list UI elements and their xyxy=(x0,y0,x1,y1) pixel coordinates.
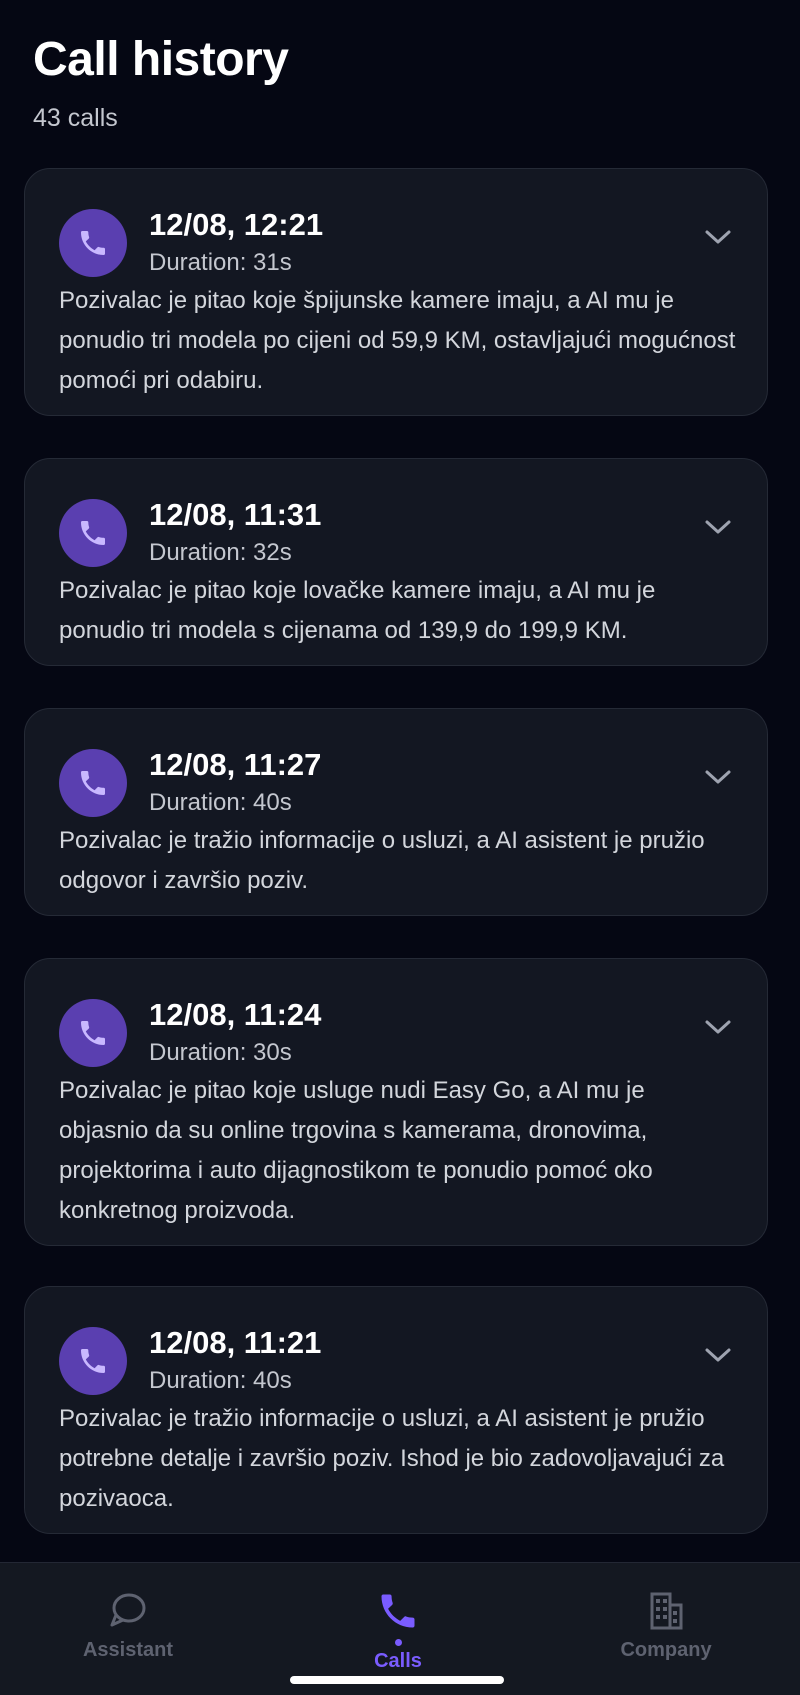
nav-item-calls[interactable]: Calls xyxy=(298,1589,498,1673)
chevron-down-icon[interactable] xyxy=(703,1345,733,1365)
call-avatar xyxy=(59,209,127,277)
call-summary: Pozivalac je pitao koje špijunske kamere… xyxy=(59,287,736,394)
call-time: 12/08, 11:21 xyxy=(149,1325,322,1360)
chevron-down-icon[interactable] xyxy=(703,1017,733,1037)
call-time: 12/08, 12:21 xyxy=(149,207,324,242)
chevron-down-icon[interactable] xyxy=(703,517,733,537)
nav-label-assistant: Assistant xyxy=(82,1639,174,1661)
call-summary: Pozivalac je tražio informacije o usluzi… xyxy=(59,1405,725,1512)
phone-icon xyxy=(81,771,105,795)
call-avatar xyxy=(59,1327,127,1395)
call-duration: Duration: 30s xyxy=(149,1039,292,1066)
call-summary: Pozivalac je pitao koje usluge nudi Easy… xyxy=(59,1077,653,1224)
phone-icon xyxy=(81,1021,105,1045)
nav-item-company[interactable]: Company xyxy=(566,1589,766,1662)
chat-bubble-icon xyxy=(110,1593,146,1627)
phone-icon xyxy=(381,1594,415,1628)
call-time: 12/08, 11:31 xyxy=(149,497,322,532)
active-indicator-dot xyxy=(394,1639,402,1646)
chevron-down-icon[interactable] xyxy=(703,227,733,247)
nav-label-company: Company xyxy=(620,1639,712,1661)
page-header: Call history 43 calls xyxy=(33,30,289,133)
call-summary: Pozivalac je pitao koje lovačke kamere i… xyxy=(59,577,656,644)
call-card[interactable]: 12/08, 12:21 Duration: 31s Pozivalac je … xyxy=(24,168,768,416)
call-time: 12/08, 11:24 xyxy=(149,997,322,1032)
call-summary: Pozivalac je tražio informacije o usluzi… xyxy=(59,827,705,894)
call-card[interactable]: 12/08, 11:27 Duration: 40s Pozivalac je … xyxy=(24,708,768,916)
call-duration: Duration: 40s xyxy=(149,1367,292,1394)
call-card[interactable]: 12/08, 11:31 Duration: 32s Pozivalac je … xyxy=(24,458,768,666)
call-avatar xyxy=(59,499,127,567)
call-card[interactable]: 12/08, 11:24 Duration: 30s Pozivalac je … xyxy=(24,958,768,1246)
nav-label-calls: Calls xyxy=(374,1650,422,1672)
call-card[interactable]: 12/08, 11:21 Duration: 40s Pozivalac je … xyxy=(24,1286,768,1534)
call-avatar xyxy=(59,749,127,817)
chevron-down-icon[interactable] xyxy=(703,767,733,787)
page-title: Call history xyxy=(33,33,289,86)
call-duration: Duration: 32s xyxy=(149,539,292,566)
call-time: 12/08, 11:27 xyxy=(149,747,322,782)
building-icon xyxy=(650,1592,683,1630)
phone-icon xyxy=(81,1349,105,1373)
call-duration: Duration: 31s xyxy=(149,249,292,276)
home-indicator[interactable] xyxy=(290,1676,504,1684)
phone-icon xyxy=(81,231,105,255)
call-avatar xyxy=(59,999,127,1067)
call-duration: Duration: 40s xyxy=(149,789,292,816)
nav-item-assistant[interactable]: Assistant xyxy=(28,1589,228,1662)
phone-icon xyxy=(81,521,105,545)
call-count: 43 calls xyxy=(33,104,118,132)
